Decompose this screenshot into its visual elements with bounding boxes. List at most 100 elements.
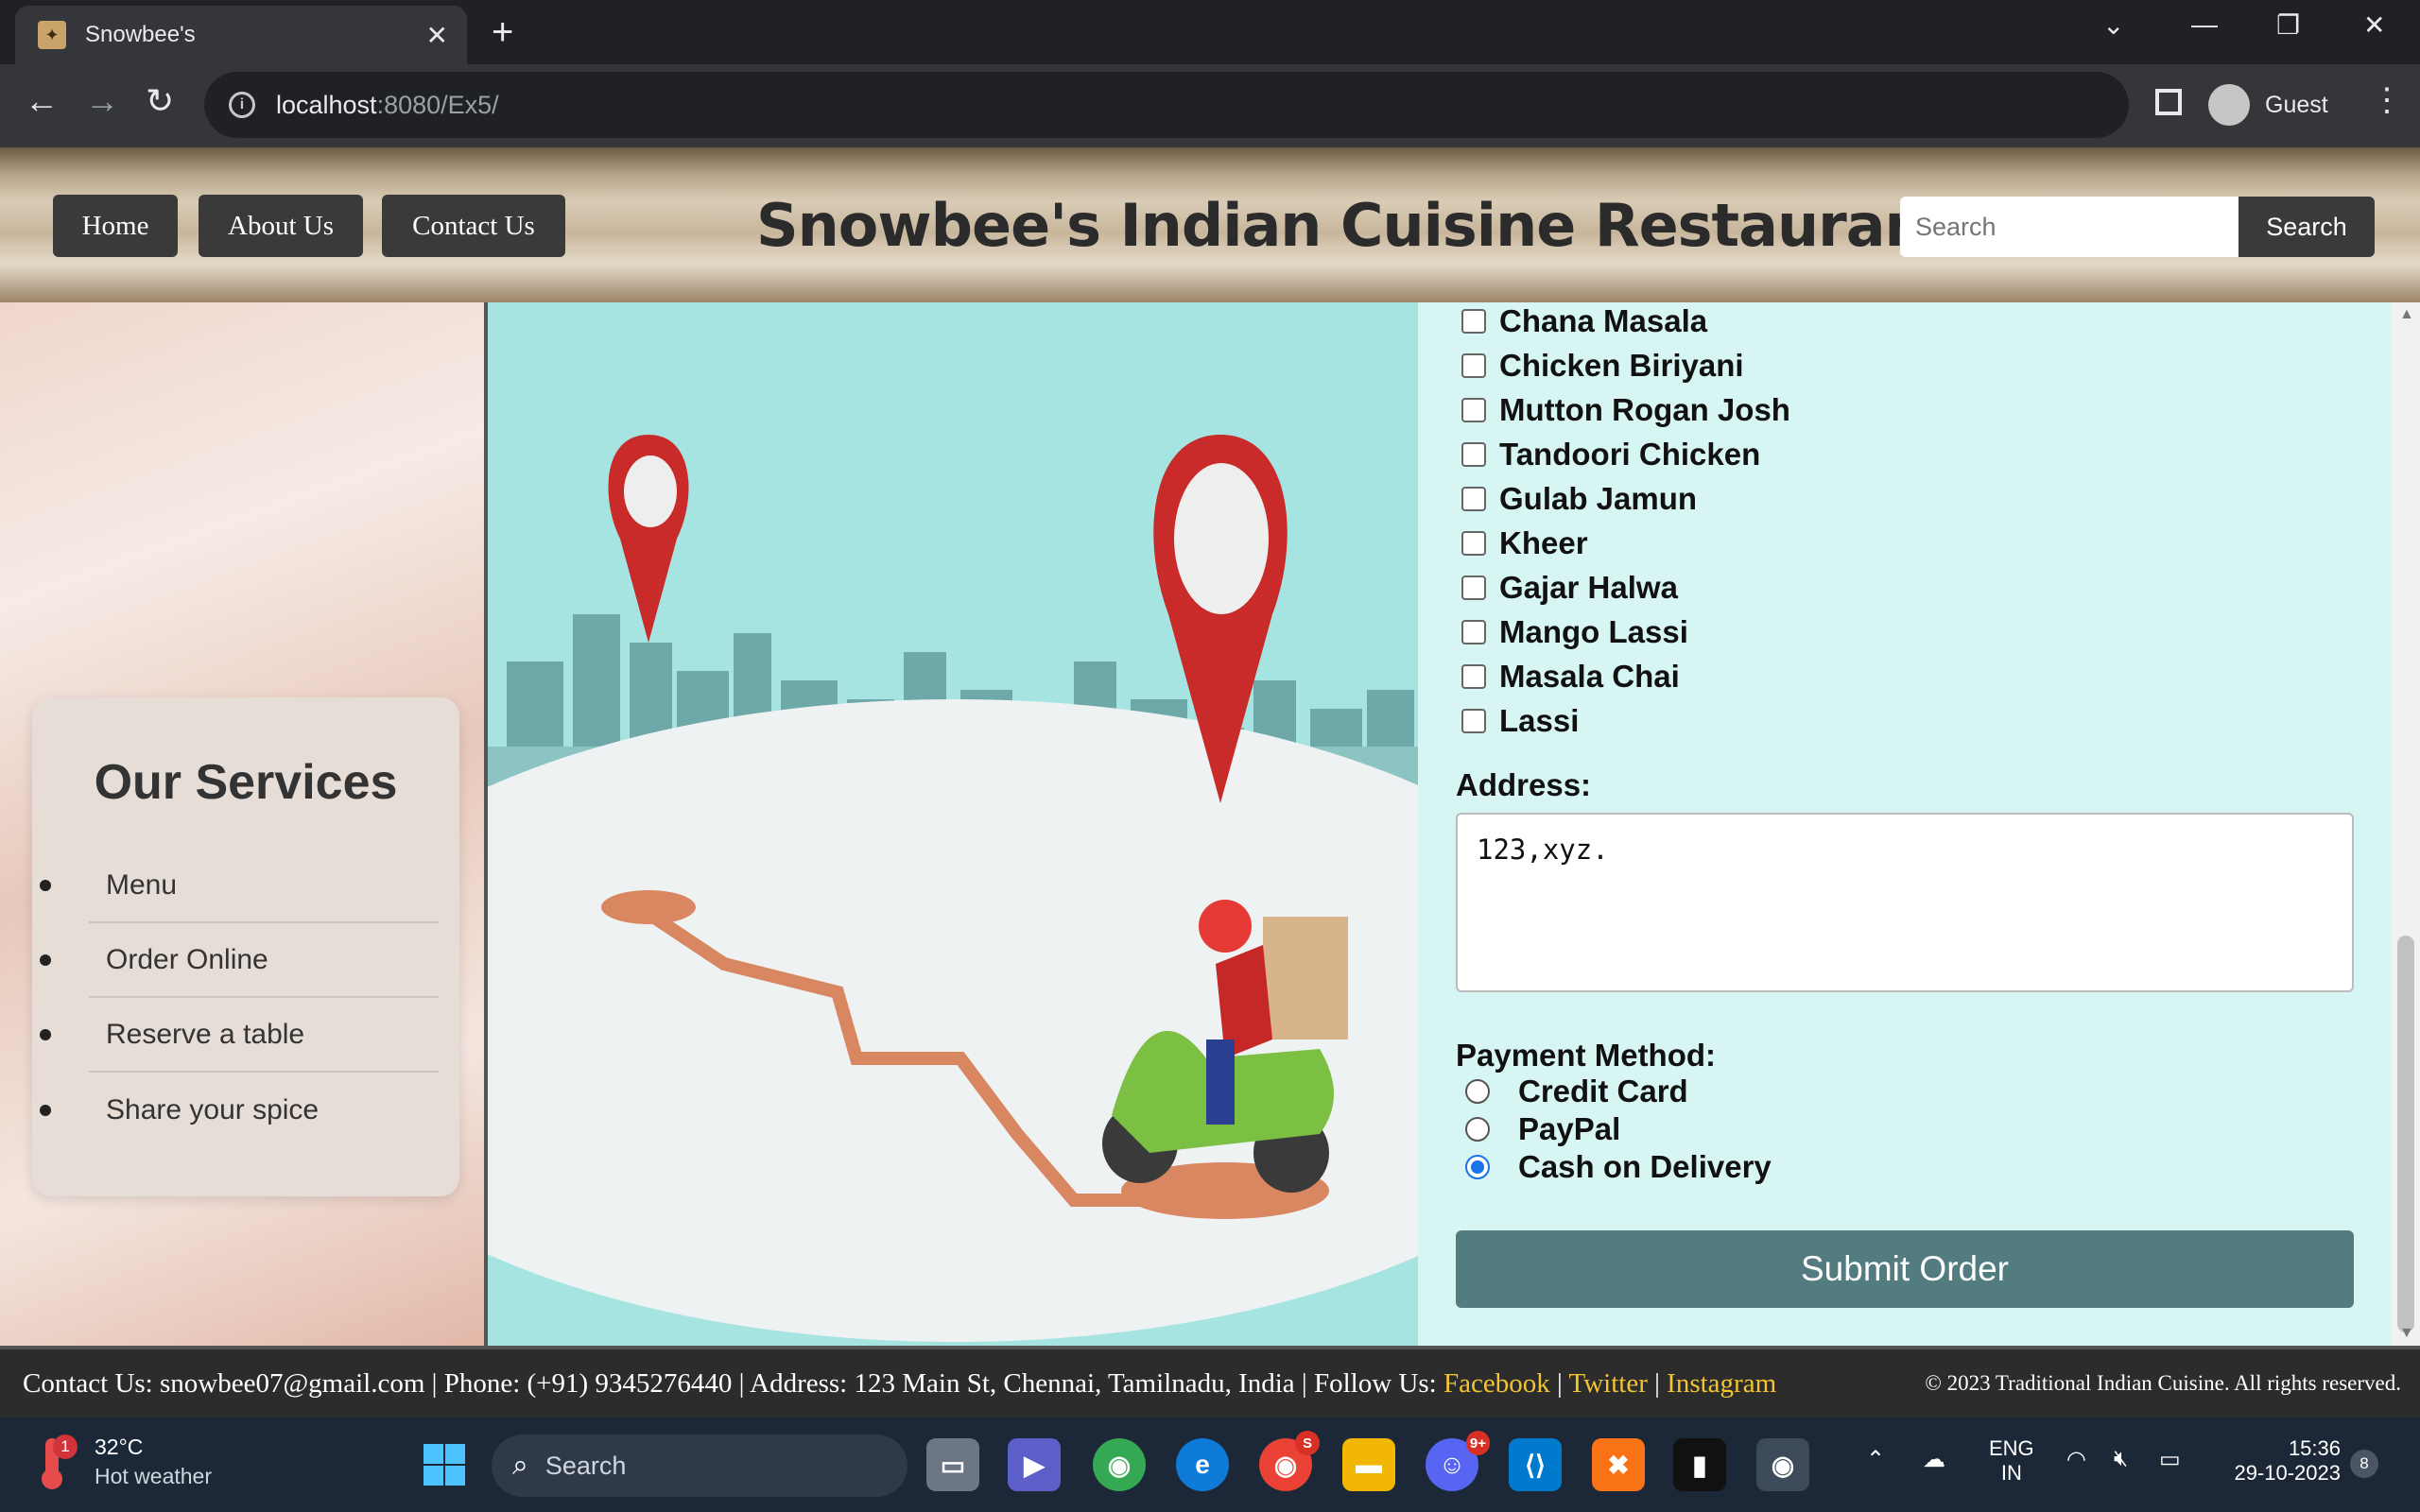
- dish-checkbox[interactable]: [1461, 709, 1486, 733]
- footer-separator: |: [1549, 1367, 1569, 1399]
- file-explorer-icon[interactable]: ▬: [1342, 1438, 1395, 1491]
- dish-option[interactable]: Chicken Biriyani: [1461, 347, 1744, 385]
- dish-option[interactable]: Chana Masala: [1461, 302, 1707, 340]
- profile-button[interactable]: Guest: [2203, 77, 2344, 132]
- dish-option[interactable]: Gulab Jamun: [1461, 480, 1697, 518]
- tab-search-chevron-icon[interactable]: ⌄: [2102, 9, 2124, 41]
- chrome-profile-icon[interactable]: ◉ S: [1259, 1431, 1320, 1491]
- radio-button[interactable]: [1465, 1117, 1490, 1142]
- scroll-up-icon[interactable]: ▲: [2399, 306, 2414, 323]
- payment-option-paypal[interactable]: PayPal: [1465, 1111, 1620, 1147]
- nav-about-button[interactable]: About Us: [199, 195, 363, 257]
- payment-option-credit-card[interactable]: Credit Card: [1465, 1074, 1688, 1109]
- page-scrollbar[interactable]: ▲ ▼: [2392, 302, 2420, 1346]
- back-arrow-icon[interactable]: ←: [25, 81, 59, 121]
- tab-title: Snowbee's: [85, 22, 196, 47]
- new-tab-icon[interactable]: +: [492, 13, 513, 51]
- clock[interactable]: 15:36 29-10-2023: [2218, 1436, 2341, 1486]
- dish-checkbox[interactable]: [1461, 531, 1486, 556]
- delivery-illustration: [484, 302, 1418, 1346]
- site-title: Snowbee's Indian Cuisine Restaurant: [756, 191, 1953, 260]
- nav-contact-button[interactable]: Contact Us: [382, 195, 565, 257]
- dish-option[interactable]: Gajar Halwa: [1461, 569, 1678, 607]
- payment-option-cod[interactable]: Cash on Delivery: [1465, 1149, 1772, 1185]
- service-item-reserve[interactable]: Reserve a table: [40, 998, 439, 1073]
- dish-checkbox[interactable]: [1461, 353, 1486, 378]
- nav-home-button[interactable]: Home: [53, 195, 178, 257]
- service-item-share-spice[interactable]: Share your spice: [40, 1073, 439, 1147]
- dish-option[interactable]: Kheer: [1461, 524, 1588, 562]
- teams-icon[interactable]: ▶: [1008, 1438, 1061, 1491]
- wifi-icon[interactable]: ◠: [2066, 1446, 2086, 1473]
- address-textarea[interactable]: 123,xyz.: [1456, 813, 2354, 992]
- dish-checkbox[interactable]: [1461, 398, 1486, 422]
- dish-checkbox[interactable]: [1461, 487, 1486, 511]
- dish-label: Chana Masala: [1499, 303, 1708, 338]
- scroll-down-icon[interactable]: ▼: [2399, 1325, 2414, 1342]
- discord-icon[interactable]: ☺ 9+: [1426, 1431, 1490, 1491]
- battery-icon[interactable]: ▭: [2159, 1446, 2181, 1473]
- radio-button[interactable]: [1465, 1079, 1490, 1104]
- notification-count-badge[interactable]: 8: [2350, 1450, 2378, 1478]
- xampp-icon[interactable]: ✖: [1592, 1438, 1645, 1491]
- dish-checkbox[interactable]: [1461, 309, 1486, 334]
- bullet-icon: [40, 1104, 51, 1116]
- weather-widget[interactable]: 1 32°C Hot weather: [34, 1435, 212, 1489]
- search-input[interactable]: [1900, 197, 2238, 257]
- reload-icon[interactable]: ↻: [146, 81, 174, 121]
- search-icon: ⌕: [512, 1450, 528, 1481]
- search-button[interactable]: Search: [2238, 197, 2375, 257]
- chrome-icon[interactable]: ◉: [1093, 1438, 1146, 1491]
- dish-label: Mango Lassi: [1499, 614, 1688, 649]
- dish-option[interactable]: Mango Lassi: [1461, 613, 1688, 651]
- windows-start-icon[interactable]: [418, 1438, 471, 1491]
- terminal-icon[interactable]: ▮: [1673, 1438, 1726, 1491]
- taskbar-search[interactable]: ⌕ Search: [492, 1435, 908, 1497]
- browser-tabstrip: ✦ Snowbee's ✕ + ⌄ — ❐ ✕: [0, 0, 2420, 64]
- tray-chevron-icon[interactable]: ⌃: [1866, 1446, 1885, 1473]
- temperature: 32°C: [95, 1435, 144, 1459]
- restore-icon[interactable]: ❐: [2276, 9, 2300, 41]
- dish-checkbox[interactable]: [1461, 620, 1486, 644]
- language-indicator[interactable]: ENG IN: [1989, 1436, 2034, 1486]
- twitter-link[interactable]: Twitter: [1569, 1368, 1648, 1399]
- page-viewport: Home About Us Contact Us Snowbee's India…: [0, 147, 2420, 1418]
- dish-option[interactable]: Tandoori Chicken: [1461, 436, 1760, 473]
- dish-option[interactable]: Masala Chai: [1461, 658, 1680, 696]
- language-line1: ENG: [1989, 1436, 2034, 1460]
- browser-toolbar: ← → ↻ i localhost:8080/Ex5/ Guest ⋮: [0, 64, 2420, 147]
- side-panel-icon[interactable]: [2155, 89, 2182, 115]
- address-bar[interactable]: i localhost:8080/Ex5/: [204, 72, 2129, 138]
- minimize-icon[interactable]: —: [2191, 9, 2218, 40]
- service-item-menu[interactable]: Menu: [40, 849, 439, 923]
- dish-checkbox[interactable]: [1461, 576, 1486, 600]
- close-window-icon[interactable]: ✕: [2363, 9, 2385, 41]
- scroll-thumb[interactable]: [2397, 936, 2414, 1332]
- vscode-icon[interactable]: ⟨⟩: [1509, 1438, 1562, 1491]
- dish-checkbox[interactable]: [1461, 442, 1486, 467]
- thermometer-icon: 1: [34, 1435, 78, 1489]
- dish-option[interactable]: Lassi: [1461, 702, 1579, 740]
- dish-option[interactable]: Mutton Rogan Josh: [1461, 391, 1790, 429]
- instagram-link[interactable]: Instagram: [1667, 1368, 1776, 1399]
- radio-button-selected[interactable]: [1465, 1155, 1490, 1179]
- edge-icon[interactable]: e: [1176, 1438, 1229, 1491]
- facebook-link[interactable]: Facebook: [1443, 1368, 1550, 1399]
- services-sidebar: Our Services Menu Order Online Reserve a…: [0, 302, 484, 1346]
- onedrive-icon[interactable]: ☁: [1923, 1446, 1945, 1473]
- forward-arrow-icon[interactable]: →: [85, 81, 119, 121]
- tab-close-icon[interactable]: ✕: [426, 20, 448, 51]
- task-view-icon[interactable]: ▭: [926, 1438, 979, 1491]
- site-info-icon[interactable]: i: [229, 92, 255, 118]
- chrome-active-icon[interactable]: ◉: [1756, 1438, 1809, 1491]
- footer-separator: |: [1647, 1367, 1668, 1399]
- dish-label: Kheer: [1499, 525, 1588, 560]
- menu-kebab-icon[interactable]: ⋮: [2371, 81, 2403, 119]
- service-item-order-online[interactable]: Order Online: [40, 923, 439, 998]
- speaker-muted-icon[interactable]: 🔇︎: [2114, 1446, 2128, 1472]
- browser-tab[interactable]: ✦ Snowbee's ✕: [15, 6, 467, 64]
- dish-checkbox[interactable]: [1461, 664, 1486, 689]
- clock-date: 29-10-2023: [2234, 1461, 2341, 1485]
- submit-order-button[interactable]: Submit Order: [1456, 1230, 2354, 1308]
- service-label: Share your spice: [106, 1093, 320, 1125]
